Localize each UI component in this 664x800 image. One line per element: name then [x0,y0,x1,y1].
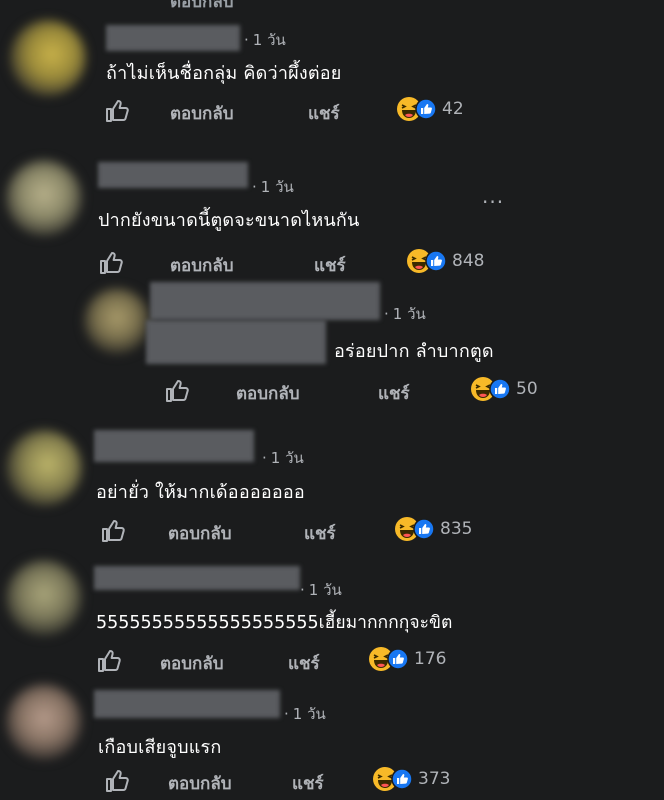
comment-text: ปากยังขนาดนี้ตูดจะขนาดไหนกัน [98,210,360,231]
share-button[interactable]: แชร์ [314,252,346,279]
avatar[interactable] [6,430,82,506]
comment-timestamp[interactable]: · 1 วัน [300,578,342,602]
avatar[interactable] [10,20,86,96]
comment-actions: ตอบกลับ แชร์ 835 [100,517,520,548]
author-name-redacted[interactable] [106,25,240,51]
author-name-redacted[interactable] [94,566,300,590]
share-button[interactable]: แชร์ [304,520,336,547]
comment-text: 55555555555555555555เฮี้ยมากกกกุจะขิต [96,613,453,633]
comment-timestamp[interactable]: · 1 วัน [244,28,286,52]
reaction-count: 373 [418,769,451,789]
avatar[interactable] [84,288,150,354]
comment-actions: ตอบกลับ แชร์ 50 [164,377,584,408]
more-options-icon[interactable]: ··· [482,190,504,214]
comment-text: อย่ายั่ว ให้มากเด้อออออออ [96,482,305,503]
share-button[interactable]: แชร์ [288,650,320,677]
reaction-count: 176 [414,649,447,669]
thumbs-up-icon[interactable] [104,98,130,124]
like-badge-icon [425,250,447,272]
comment-actions: ตอบกลับ แชร์ 176 [96,647,516,678]
comment-timestamp[interactable]: · 1 วัน [284,702,326,726]
author-name-redacted[interactable] [150,282,380,320]
reaction-count: 848 [452,251,485,271]
author-name-redacted[interactable] [94,690,280,718]
reply-button[interactable]: ตอบกลับ [170,252,234,279]
reaction-count: 42 [442,99,464,119]
comment-timestamp[interactable]: · 1 วัน [262,446,304,470]
share-button[interactable]: แชร์ [378,380,410,407]
thumbs-up-icon[interactable] [96,648,122,674]
thumbs-up-icon[interactable] [98,250,124,276]
reply-button[interactable]: ตอบกลับ [168,770,232,797]
reaction-count: 50 [516,379,538,399]
share-button[interactable]: แชร์ [308,100,340,127]
comment-timestamp[interactable]: · 1 วัน [252,175,294,199]
comment-actions: ตอบกลับ แชร์ 848 [98,249,518,280]
like-badge-icon [489,378,511,400]
comment-text: เกือบเสียจูบแรก [98,737,222,758]
thumbs-up-icon[interactable] [104,768,130,794]
reaction-count: 835 [440,519,473,539]
avatar[interactable] [6,160,82,236]
share-button[interactable]: แชร์ [292,770,324,797]
author-name-redacted[interactable] [94,430,254,462]
clipped-reply-button[interactable]: ตอบกลับ [170,0,234,15]
like-badge-icon [413,518,435,540]
comment-actions: ตอบกลับ แชร์ 42 [104,97,504,128]
thumbs-up-icon[interactable] [100,518,126,544]
like-badge-icon [387,648,409,670]
comment-text: ถ้าไม่เห็นชื่อกลุ่ม คิดว่าผึ้งต่อย [106,63,342,84]
reply-button[interactable]: ตอบกลับ [170,100,234,127]
comment-actions: ตอบกลับ แชร์ 373 [104,767,524,798]
avatar[interactable] [6,560,82,636]
author-name-redacted[interactable] [98,162,248,188]
reply-button[interactable]: ตอบกลับ [168,520,232,547]
reply-button[interactable]: ตอบกลับ [236,380,300,407]
avatar[interactable] [6,684,82,760]
comment-timestamp[interactable]: · 1 วัน [384,302,426,326]
thumbs-up-icon[interactable] [164,378,190,404]
comment-text: อร่อยปาก ลำบากตูด [334,341,494,362]
author-name-redacted-overflow [146,320,326,364]
like-badge-icon [391,768,413,790]
reply-button[interactable]: ตอบกลับ [160,650,224,677]
like-badge-icon [415,98,437,120]
